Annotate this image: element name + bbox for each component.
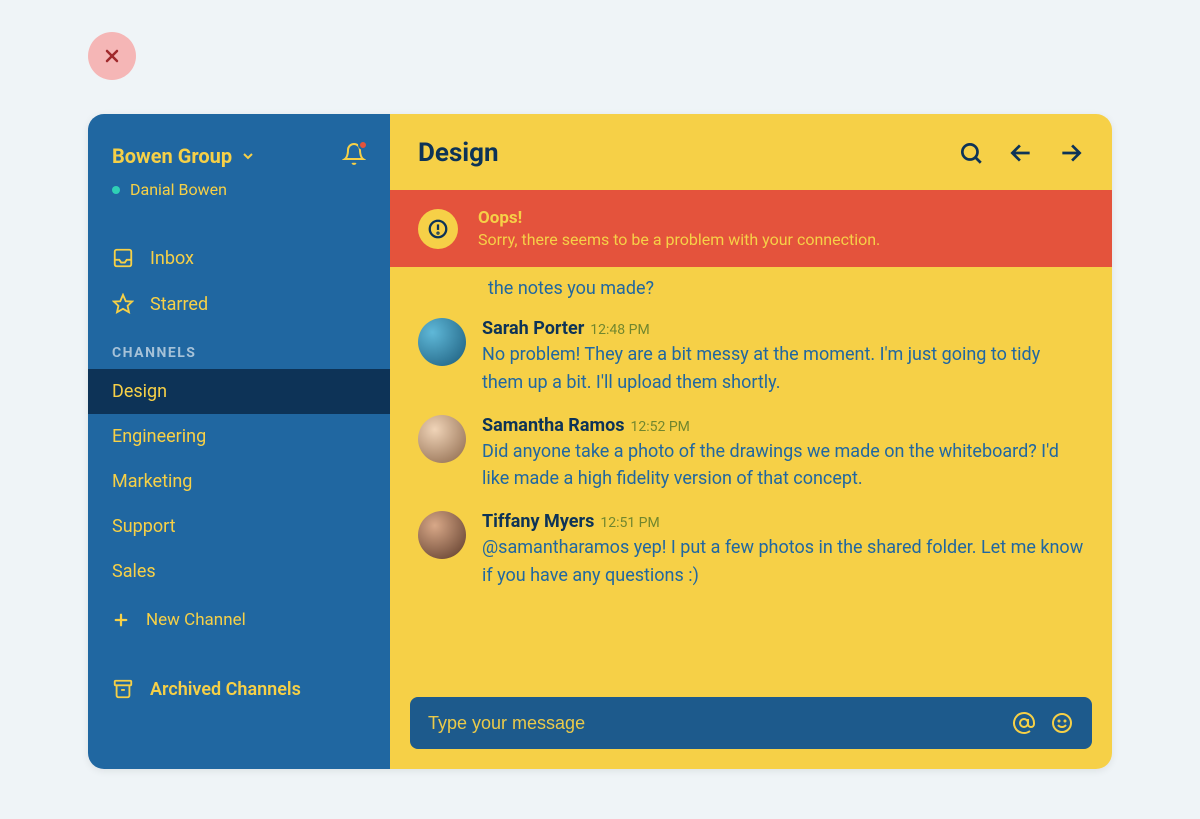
- notification-button[interactable]: [342, 142, 366, 170]
- message-input[interactable]: [428, 713, 996, 734]
- channel-design[interactable]: Design: [88, 369, 390, 414]
- status-dot-icon: [112, 186, 120, 194]
- new-channel-label: New Channel: [146, 610, 246, 630]
- nav-label: Starred: [150, 294, 208, 315]
- chat-app: Bowen Group Danial Bowen Inbox Starr: [88, 114, 1112, 769]
- message-time: 12:48 PM: [590, 322, 649, 338]
- user-name: Danial Bowen: [130, 180, 227, 199]
- alert-body: Oops! Sorry, there seems to be a problem…: [478, 208, 880, 249]
- message-time: 12:51 PM: [600, 515, 659, 531]
- channel-sales[interactable]: Sales: [88, 549, 390, 594]
- avatar[interactable]: [418, 511, 466, 559]
- channel-engineering[interactable]: Engineering: [88, 414, 390, 459]
- channel-marketing[interactable]: Marketing: [88, 459, 390, 504]
- message-author[interactable]: Tiffany Myers: [482, 511, 594, 532]
- message-list[interactable]: the notes you made? Sarah Porter 12:48 P…: [390, 267, 1112, 685]
- avatar[interactable]: [418, 415, 466, 463]
- main-panel: Design Oops! Sorry, there seems to be a …: [390, 114, 1112, 769]
- emoji-icon[interactable]: [1050, 711, 1074, 735]
- message-text: No problem! They are a bit messy at the …: [482, 341, 1084, 397]
- nav-starred[interactable]: Starred: [88, 281, 390, 327]
- alert-message: Sorry, there seems to be a problem with …: [478, 230, 880, 249]
- sidebar: Bowen Group Danial Bowen Inbox Starr: [88, 114, 390, 769]
- nav-inbox[interactable]: Inbox: [88, 235, 390, 281]
- inbox-icon: [112, 247, 134, 269]
- avatar[interactable]: [418, 318, 466, 366]
- message-body: Samantha Ramos 12:52 PM Did anyone take …: [482, 415, 1084, 494]
- main-header: Design: [390, 114, 1112, 190]
- archived-label: Archived Channels: [150, 679, 301, 700]
- message-author[interactable]: Samantha Ramos: [482, 415, 624, 436]
- new-channel-button[interactable]: New Channel: [88, 598, 390, 642]
- message-row: Tiffany Myers 12:51 PM @samantharamos ye…: [418, 511, 1084, 590]
- message-body: Tiffany Myers 12:51 PM @samantharamos ye…: [482, 511, 1084, 590]
- message-text: Did anyone take a photo of the drawings …: [482, 438, 1084, 494]
- archive-icon: [112, 678, 134, 700]
- workspace-switcher[interactable]: Bowen Group: [112, 144, 256, 168]
- notification-badge: [358, 140, 368, 150]
- connection-alert: Oops! Sorry, there seems to be a problem…: [390, 190, 1112, 267]
- channels-heading: CHANNELS: [88, 345, 390, 361]
- alert-icon-wrap: [418, 209, 458, 249]
- sidebar-header: Bowen Group Danial Bowen: [88, 142, 390, 211]
- workspace-name: Bowen Group: [112, 144, 232, 168]
- channel-title: Design: [418, 138, 958, 168]
- message-composer: [410, 697, 1092, 749]
- alert-title: Oops!: [478, 208, 880, 228]
- message-time: 12:52 PM: [630, 419, 689, 435]
- close-icon: [102, 46, 122, 66]
- star-icon: [112, 293, 134, 315]
- message-body: Sarah Porter 12:48 PM No problem! They a…: [482, 318, 1084, 397]
- composer-actions: [1012, 711, 1074, 735]
- archived-channels[interactable]: Archived Channels: [88, 666, 390, 712]
- mention-icon[interactable]: [1012, 711, 1036, 735]
- search-icon[interactable]: [958, 140, 984, 166]
- channel-support[interactable]: Support: [88, 504, 390, 549]
- user-status[interactable]: Danial Bowen: [112, 180, 366, 199]
- back-icon[interactable]: [1008, 140, 1034, 166]
- header-actions: [958, 140, 1084, 166]
- forward-icon[interactable]: [1058, 140, 1084, 166]
- nav-section: Inbox Starred: [88, 235, 390, 327]
- close-button[interactable]: [88, 32, 136, 80]
- chevron-down-icon: [240, 148, 256, 164]
- message-text-partial: the notes you made?: [418, 275, 1084, 304]
- message-text: @samantharamos yep! I put a few photos i…: [482, 534, 1084, 590]
- message-row: Sarah Porter 12:48 PM No problem! They a…: [418, 318, 1084, 397]
- plus-icon: [112, 611, 130, 629]
- alert-icon: [427, 218, 449, 240]
- message-row: Samantha Ramos 12:52 PM Did anyone take …: [418, 415, 1084, 494]
- message-author[interactable]: Sarah Porter: [482, 318, 584, 339]
- nav-label: Inbox: [150, 248, 194, 269]
